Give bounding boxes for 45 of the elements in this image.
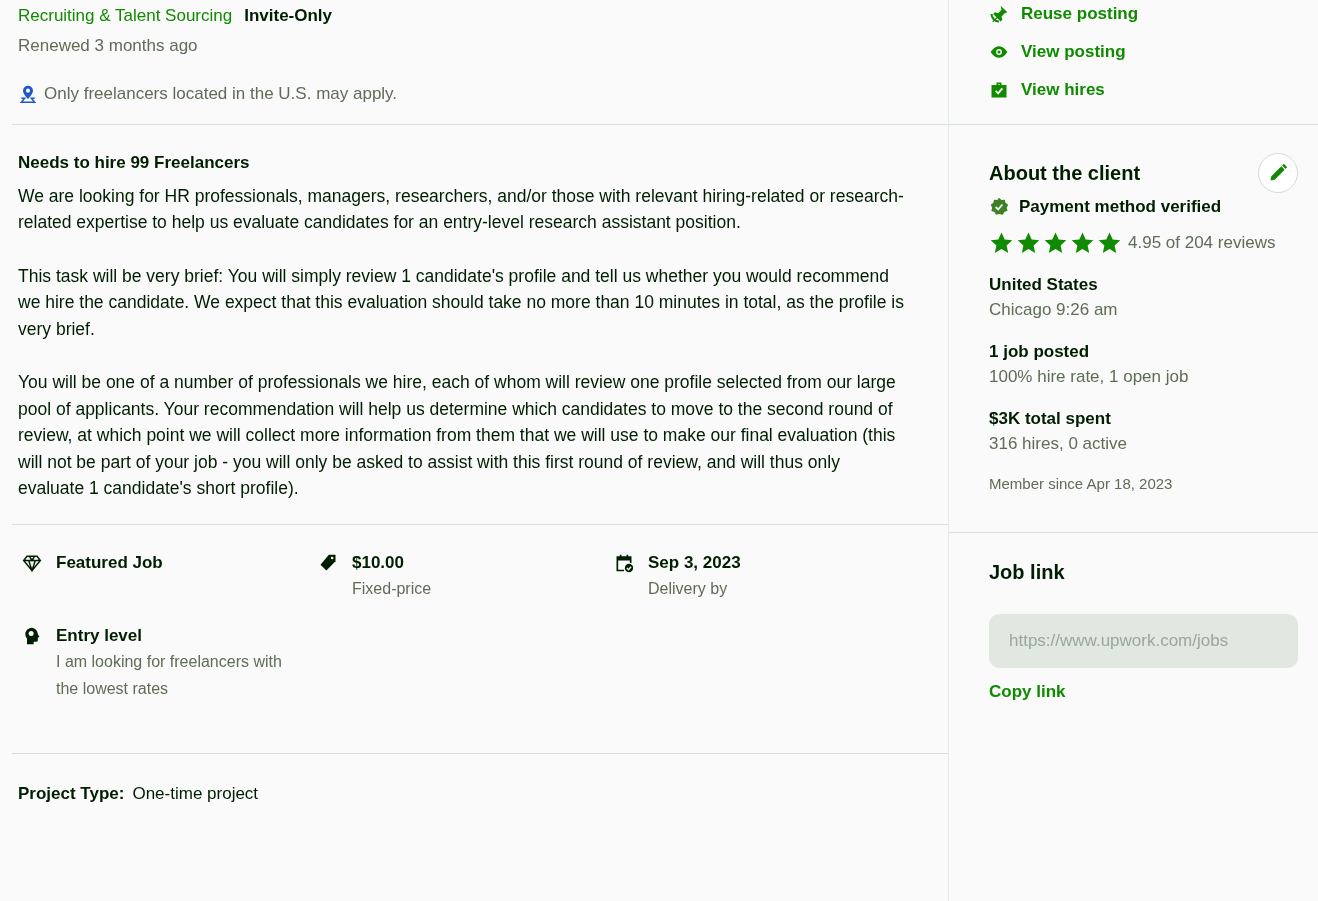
location-pin-icon xyxy=(18,83,38,104)
feature-title: Entry level xyxy=(56,624,143,647)
client-fact-detail: 100% hire rate, 1 open job xyxy=(989,365,1190,388)
action-link[interactable]: Reuse posting xyxy=(1021,4,1139,24)
client-fact-title: United States xyxy=(989,275,1099,295)
star-icon xyxy=(1070,231,1095,255)
price-tag-icon xyxy=(318,552,338,573)
description-paragraph: We are looking for HR professionals, managers, researchers, and/or those with relevant hiring-related or research-related expertise to help us evaluate candidates for an entry-level research assistant position. xyxy=(18,184,905,235)
renewed-text: Renewed 3 months ago xyxy=(18,35,199,57)
calendar-check-icon xyxy=(614,552,634,573)
star-icon xyxy=(1097,231,1122,255)
feature-title: $10.00 xyxy=(352,551,405,574)
briefcase-check-icon xyxy=(989,80,1009,100)
feature-subtitle: Delivery by xyxy=(648,578,729,599)
action-link[interactable]: View posting xyxy=(1021,42,1126,62)
feature-title: Sep 3, 2023 xyxy=(648,551,741,574)
copy-link[interactable]: Copy link xyxy=(989,682,1066,703)
client-fact-detail: Chicago 9:26 am xyxy=(989,299,1119,321)
invite-only-label: Invite-Only xyxy=(244,6,333,26)
edit-button[interactable] xyxy=(1258,153,1298,193)
client-fact-title: $3K total spent xyxy=(989,408,1112,429)
member-since-text: Member since Apr 18, 2023 xyxy=(989,474,1174,495)
client-fact-detail: 316 hires, 0 active xyxy=(989,432,1128,455)
payment-verified-text: Payment method verified xyxy=(1019,197,1222,217)
description-paragraph: This task will be very brief: You will simply review 1 candidate's profile and tell us whether you would recommend we hire the candidate. We expect that this evaluation should take no more than 10 minutes in total, as the profile is very brief. xyxy=(18,264,905,341)
star-icon xyxy=(1043,231,1068,255)
head-gear-icon xyxy=(22,625,42,646)
verified-badge-icon xyxy=(989,197,1009,217)
feature-title: Featured Job xyxy=(56,551,163,574)
feature-subtitle: Fixed-price xyxy=(352,578,432,599)
about-client-heading: About the client xyxy=(989,161,1141,185)
location-note: Only freelancers located in the U.S. may apply. xyxy=(44,82,398,105)
star-icon xyxy=(989,231,1014,255)
star-icon xyxy=(1016,231,1041,255)
rating-text: 4.95 of 204 reviews xyxy=(1128,232,1276,255)
action-link[interactable]: View hires xyxy=(1021,80,1105,100)
hire-count-heading: Needs to hire 99 Freelancers xyxy=(18,152,251,173)
feature-subtitle: I am looking for freelancers with the lowest rates xyxy=(56,651,283,699)
pencil-icon xyxy=(1268,163,1288,183)
description-paragraph: You will be one of a number of professionals we hire, each of whom will review one profile selected from our large pool of applicants. Your recommendation will help us determine which candidates to move to the second round of review, at which point we will collect more information from them that we will use to make our final evaluation (this will not be part of your job - you will only be asked to assist with this first round of review, and will thus only evaluate 1 candidate's short profile). xyxy=(18,371,897,501)
project-type-label: Project Type: xyxy=(18,783,125,804)
job-link-heading: Job link xyxy=(989,561,1066,585)
category-link[interactable]: Recruiting & Talent Sourcing xyxy=(18,6,233,26)
client-fact-title: 1 job posted xyxy=(989,341,1091,362)
project-type-value: One-time project xyxy=(132,783,259,804)
